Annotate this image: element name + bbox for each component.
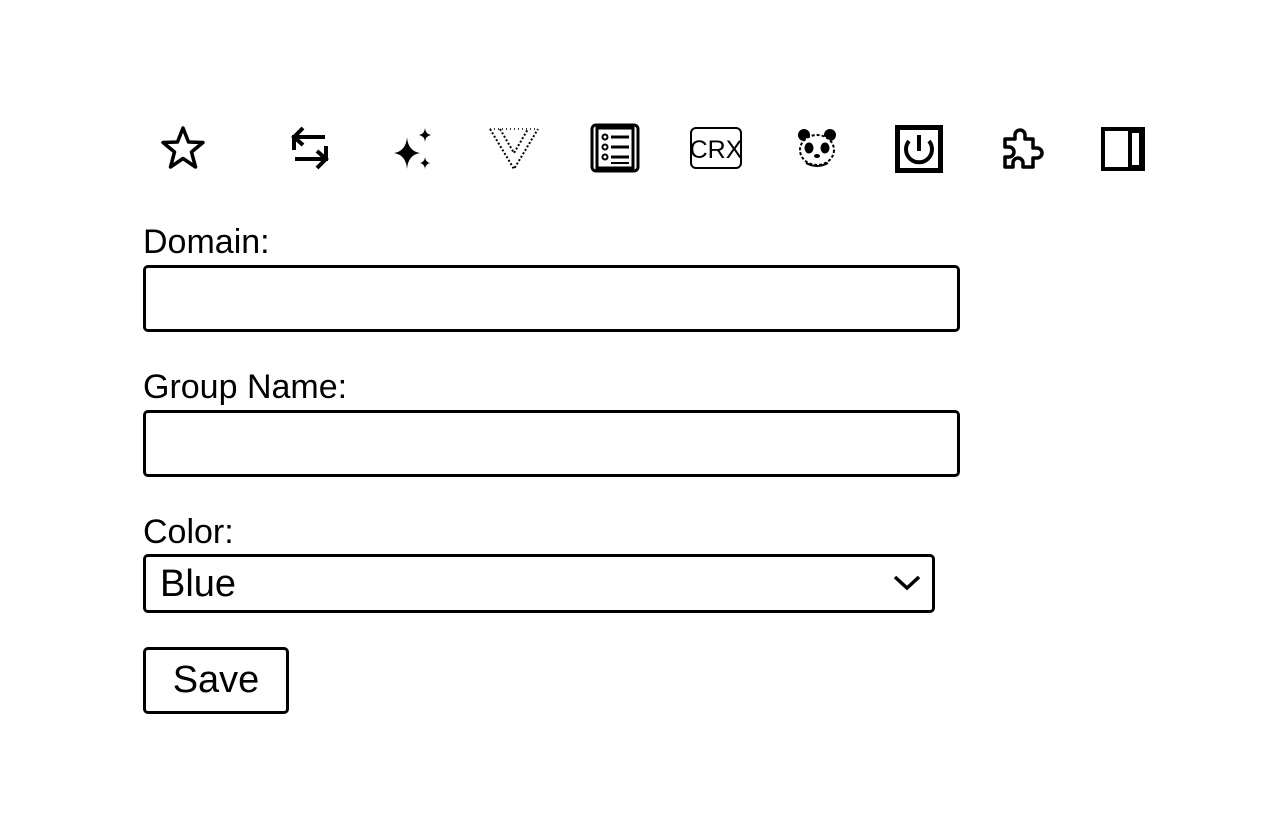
side-panel-icon[interactable] [1093, 118, 1153, 178]
crx-extension-icon[interactable]: CRX [686, 118, 746, 178]
color-select-value: Blue [160, 563, 237, 605]
power-extension-icon[interactable] [889, 118, 949, 178]
tab-sync-icon[interactable] [280, 118, 340, 178]
domain-label: Domain: [143, 223, 270, 261]
color-field-group: Color: Blue [143, 512, 963, 613]
list-notes-icon[interactable] [585, 118, 645, 178]
tab-group-rule-form: Domain: Group Name: Color: Blue Save [143, 222, 963, 714]
chevron-down-icon [892, 571, 922, 598]
domain-input[interactable] [143, 265, 960, 332]
domain-field-group: Domain: [143, 222, 963, 332]
sparkle-ai-icon[interactable] [382, 118, 442, 178]
vue-devtools-icon[interactable] [484, 118, 544, 178]
extensions-puzzle-icon[interactable] [991, 118, 1051, 178]
group-name-field-group: Group Name: [143, 367, 963, 477]
group-name-label: Group Name: [143, 368, 348, 406]
extension-toolbar: CRX [0, 118, 1280, 180]
color-select[interactable]: Blue [143, 554, 935, 613]
bookmark-star-icon[interactable] [153, 118, 213, 178]
color-label: Color: [143, 513, 234, 551]
svg-text:CRX: CRX [690, 136, 743, 164]
group-name-input[interactable] [143, 410, 960, 477]
save-button[interactable]: Save [143, 647, 289, 714]
panda-icon[interactable] [787, 118, 847, 178]
